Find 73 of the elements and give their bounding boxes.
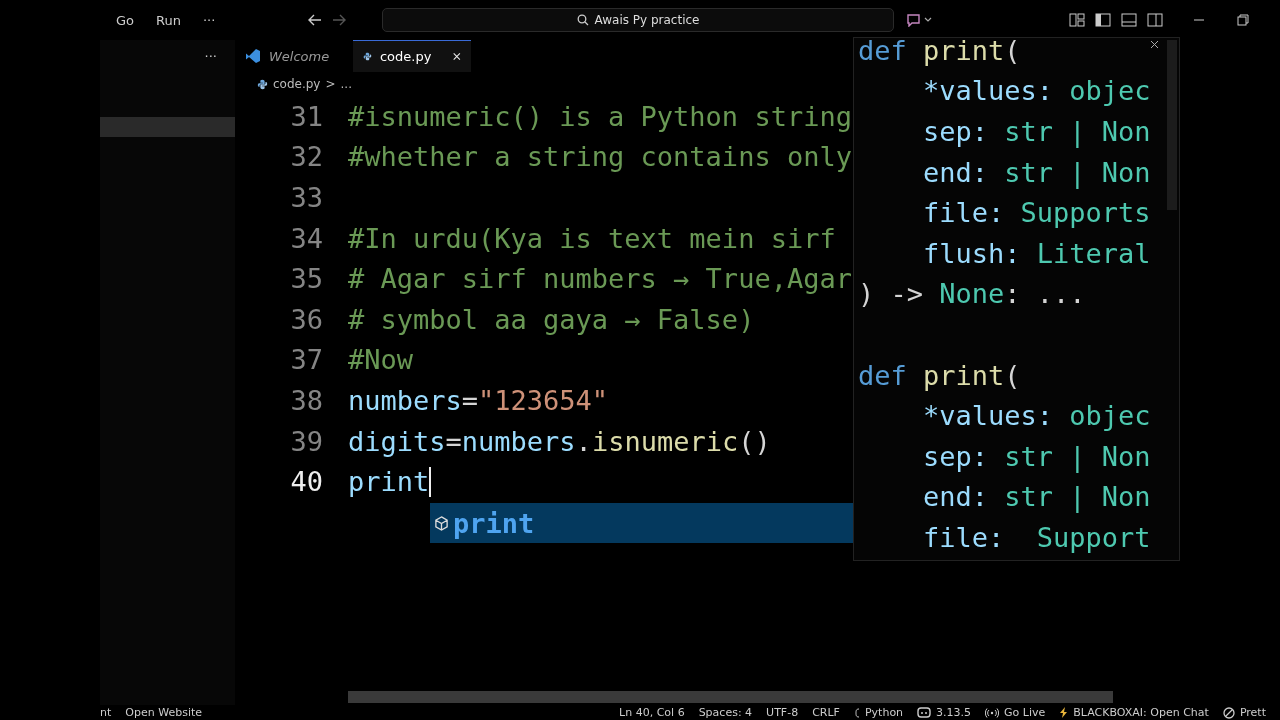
autocomplete-item[interactable]: print: [430, 503, 853, 543]
signature-line: file: Supports: [922, 197, 1151, 229]
breadcrumb-item[interactable]: code.py: [273, 77, 321, 91]
signature-line: *values: objec: [922, 75, 1151, 107]
blocked-icon: [1222, 706, 1235, 719]
code-line: #Now: [348, 344, 414, 376]
code-line: #In urdu(Kya is text mein sirf: [348, 222, 836, 254]
code-line: #whether a string contains only: [348, 141, 852, 173]
python-icon: [257, 78, 268, 90]
signature-line: file: Support: [922, 521, 1151, 553]
status-item[interactable]: Ln 40, Col 6: [619, 706, 685, 719]
text-cursor: [429, 466, 432, 497]
editor-tab[interactable]: code.py: [353, 40, 471, 72]
signature-line: end: str | Non: [922, 481, 1151, 513]
status-item[interactable]: Prett: [1222, 706, 1266, 719]
signature-line: sep: str | Non: [922, 116, 1151, 147]
line-number: 35: [289, 263, 323, 295]
lightning-icon: [1059, 707, 1069, 718]
panel-toggle-icon[interactable]: [1121, 13, 1137, 27]
signature-line: ) -> None: ...: [858, 278, 1086, 310]
python-icon: [363, 50, 372, 63]
status-item[interactable]: Open Website: [125, 706, 203, 719]
signature-line: def print(: [858, 359, 1021, 391]
line-number: 31: [289, 100, 323, 132]
chat-icon[interactable]: [906, 13, 932, 27]
search-field[interactable]: Awais Py practice: [382, 8, 894, 32]
line-number: 34: [289, 222, 323, 254]
breadcrumb-item[interactable]: >: [325, 77, 336, 91]
code-line: print: [348, 466, 430, 498]
horizontal-scrollbar[interactable]: [348, 691, 1113, 703]
status-item[interactable]: UTF-8: [766, 706, 799, 719]
status-item[interactable]: CRLF: [812, 706, 840, 719]
sidebar-toggle-icon[interactable]: [1095, 13, 1111, 27]
line-number: 39: [289, 425, 323, 457]
menu-item[interactable]: Run: [156, 12, 181, 28]
status-item[interactable]: 3.13.5: [917, 706, 972, 719]
signature-line: flush: Literal: [922, 237, 1151, 269]
breadcrumb-item[interactable]: ...: [340, 77, 352, 91]
restore-icon[interactable]: [1237, 14, 1249, 26]
close-icon[interactable]: [1150, 40, 1159, 49]
line-number: 32: [289, 141, 323, 173]
line-number: 38: [289, 384, 323, 416]
line-number: 37: [289, 344, 323, 376]
status-item[interactable]: Spaces: 4: [698, 706, 753, 719]
cube-icon: [434, 515, 449, 531]
layout-icon[interactable]: [1069, 13, 1085, 27]
editor-tab[interactable]: Welcome: [235, 40, 353, 72]
status-item[interactable]: nt: [100, 706, 112, 719]
signature-line: def print(: [858, 38, 1021, 66]
back-arrow-icon[interactable]: [308, 14, 322, 26]
forward-arrow-icon: [332, 14, 346, 26]
code-line: numbers="123654": [348, 384, 609, 416]
status-item[interactable]: Go Live: [985, 706, 1046, 719]
code-line: # symbol aa gaya → False): [348, 303, 755, 335]
line-number: 33: [289, 182, 323, 213]
code-line: # Agar sirf numbers → True,Agar: [348, 263, 852, 295]
braces-icon: [853, 707, 860, 718]
code-line: digits=numbers.isnumeric(): [348, 425, 771, 457]
vscode-icon: [245, 48, 261, 64]
line-number: 36: [289, 303, 323, 335]
more-actions[interactable]: ···: [204, 48, 217, 64]
search-icon: [576, 14, 589, 26]
secondary-sidebar-icon[interactable]: [1147, 13, 1163, 27]
status-item[interactable]: Python: [853, 706, 904, 719]
signature-line: sep: str | Non: [922, 440, 1151, 472]
signature-line: end: str | Non: [922, 156, 1151, 188]
line-number: 40: [289, 466, 323, 498]
menu-item[interactable]: Go: [116, 12, 135, 28]
menu-item[interactable]: ···: [202, 12, 216, 28]
broadcast-icon: [985, 707, 1000, 718]
signature-line: *values: objec: [922, 400, 1151, 432]
status-item[interactable]: BLACKBOXAI: Open Chat: [1059, 706, 1209, 719]
code-line: #isnumeric() is a Python string: [348, 100, 852, 132]
